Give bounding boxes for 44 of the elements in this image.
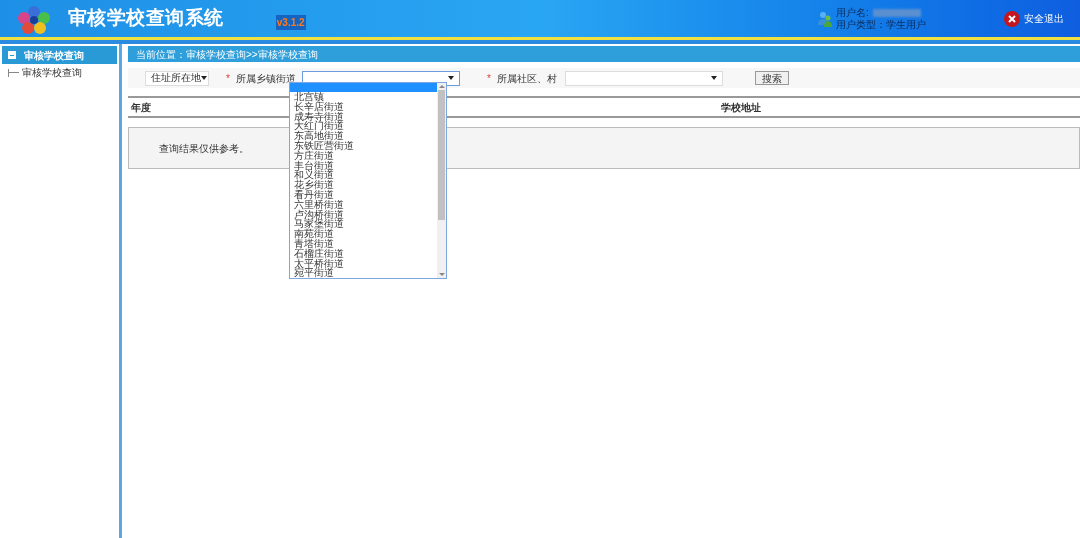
redacted-bar: [872, 8, 921, 17]
username-label: 用户名:: [836, 6, 869, 19]
scrollbar[interactable]: [437, 83, 446, 279]
dropdown-option[interactable]: 成寿寺街道: [290, 111, 437, 122]
dropdown-option[interactable]: 南苑街道: [290, 229, 437, 239]
dropdown-option[interactable]: 长辛店街道: [290, 101, 437, 112]
close-icon: [1004, 10, 1020, 27]
dropdown-option[interactable]: 北宫镇: [290, 92, 437, 102]
dropdown-option[interactable]: 丰台街道: [290, 160, 437, 171]
sidebar-item[interactable]: 审核学校查询: [22, 65, 82, 80]
dropdown-option[interactable]: 东高地街道: [290, 131, 437, 141]
dropdown-option[interactable]: 看丹街道: [290, 189, 437, 200]
user-type-label: 用户类型：学生用户: [836, 18, 927, 31]
dropdown-option[interactable]: 太平桥街道: [290, 258, 437, 269]
community-label: 所属社区、村: [496, 71, 557, 86]
required-mark: *: [226, 71, 230, 86]
logout-button[interactable]: 安全退出: [1004, 10, 1064, 27]
note-text: 查询结果仅供参考。: [159, 141, 249, 156]
dropdown-option[interactable]: 宛平街道: [290, 268, 437, 279]
user-icon: [818, 10, 832, 27]
version-label: v3.1.2: [275, 15, 306, 30]
app-title: 审核学校查询系统: [68, 6, 224, 31]
logo-icon: [16, 3, 52, 34]
required-mark: *: [486, 71, 491, 86]
dropdown-option[interactable]: 和义街道: [290, 170, 437, 181]
dropdown-option[interactable]: 六里桥街道: [290, 199, 437, 210]
column-header: 年度: [131, 100, 151, 115]
scroll-down-icon: [438, 273, 445, 277]
dropdown-option[interactable]: 青塔街道: [290, 238, 437, 249]
breadcrumb: 当前位置：审核学校查询>>审核学校查询: [136, 47, 318, 62]
dropdown-option[interactable]: 花乡街道: [290, 180, 437, 190]
address-select[interactable]: 住址所在地: [145, 70, 209, 86]
tree-line-icon: [8, 68, 22, 77]
dropdown-option[interactable]: 石榴庄街道: [290, 248, 437, 259]
column-header: 学校地址: [721, 100, 761, 115]
search-button[interactable]: 搜索: [754, 71, 789, 85]
dropdown-option[interactable]: 东铁匠营街道: [290, 141, 437, 151]
dropdown-option[interactable]: 马家堡街道: [290, 219, 437, 230]
caret-icon: [201, 76, 207, 80]
community-select[interactable]: [564, 70, 723, 86]
collapse-icon: [8, 51, 16, 59]
dropdown-option[interactable]: 卢沟桥街道: [290, 209, 437, 220]
dropdown-option[interactable]: 方庄街道: [290, 150, 437, 161]
caret-icon: [710, 76, 717, 80]
